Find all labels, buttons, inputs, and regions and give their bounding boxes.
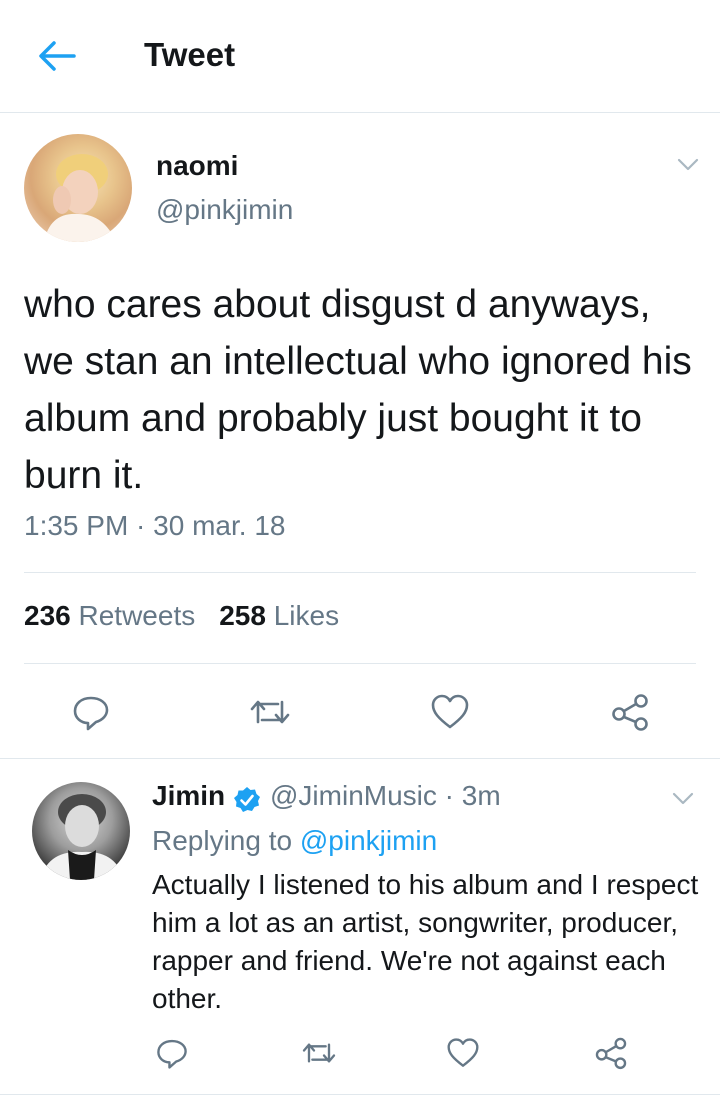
- replying-to-handle-link[interactable]: @pinkjimin: [300, 825, 437, 856]
- reply-button[interactable]: [71, 692, 111, 732]
- retweets-stat[interactable]: 236 Retweets: [24, 600, 195, 631]
- divider: [0, 758, 720, 759]
- reply-avatar[interactable]: [32, 782, 130, 880]
- retweet-icon: [302, 1043, 336, 1063]
- like-button[interactable]: [430, 693, 470, 731]
- like-count: 258: [219, 600, 266, 631]
- divider: [0, 1094, 720, 1095]
- tweet-timestamp[interactable]: 1:35 PM · 30 mar. 18: [24, 510, 285, 542]
- verified-badge-icon: [233, 786, 261, 814]
- reply-tweet-text: Actually I listened to his album and I r…: [152, 869, 699, 1014]
- tweet-menu-button[interactable]: [677, 158, 699, 172]
- reply-like-button[interactable]: [446, 1037, 480, 1069]
- share-icon: [595, 1037, 627, 1070]
- divider: [24, 663, 696, 664]
- back-button[interactable]: [36, 38, 78, 74]
- back-arrow-icon: [39, 41, 76, 71]
- avatar[interactable]: [24, 134, 132, 242]
- top-bar: Tweet: [0, 0, 720, 113]
- heart-icon: [447, 1038, 479, 1067]
- chevron-down-icon: [672, 792, 694, 805]
- author-name[interactable]: naomi: [156, 150, 238, 182]
- retweet-label: Retweets: [78, 600, 196, 631]
- chevron-down-icon: [677, 158, 699, 171]
- likes-stat[interactable]: 258 Likes: [219, 600, 339, 631]
- avatar-image: [44, 154, 116, 242]
- retweet-button[interactable]: [248, 694, 292, 730]
- reply-icon: [73, 696, 109, 731]
- divider: [24, 572, 696, 573]
- heart-icon: [431, 694, 469, 729]
- retweet-count: 236: [24, 600, 71, 631]
- reply-author-handle[interactable]: @JiminMusic · 3m: [270, 780, 501, 812]
- like-label: Likes: [273, 600, 340, 631]
- engagement-stats: 236 Retweets 258 Likes: [24, 600, 339, 632]
- retweet-icon: [250, 700, 290, 724]
- replying-to-line: Replying to @pinkjimin: [152, 825, 437, 857]
- reply-avatar-image: [40, 794, 124, 880]
- share-button[interactable]: [610, 692, 650, 732]
- page-title: Tweet: [144, 36, 236, 73]
- reply-retweet-button[interactable]: [300, 1038, 338, 1068]
- reply-menu-button[interactable]: [672, 792, 694, 806]
- reply-author-name[interactable]: Jimin: [152, 780, 225, 812]
- reply-icon: [157, 1039, 187, 1069]
- reply-reply-button[interactable]: [155, 1036, 189, 1070]
- tweet-text: who cares about disgust d anyways, we st…: [24, 283, 692, 497]
- replying-to-label: Replying to: [152, 825, 293, 856]
- author-handle[interactable]: @pinkjimin: [156, 194, 293, 226]
- share-icon: [612, 694, 648, 731]
- reply-share-button[interactable]: [594, 1036, 628, 1070]
